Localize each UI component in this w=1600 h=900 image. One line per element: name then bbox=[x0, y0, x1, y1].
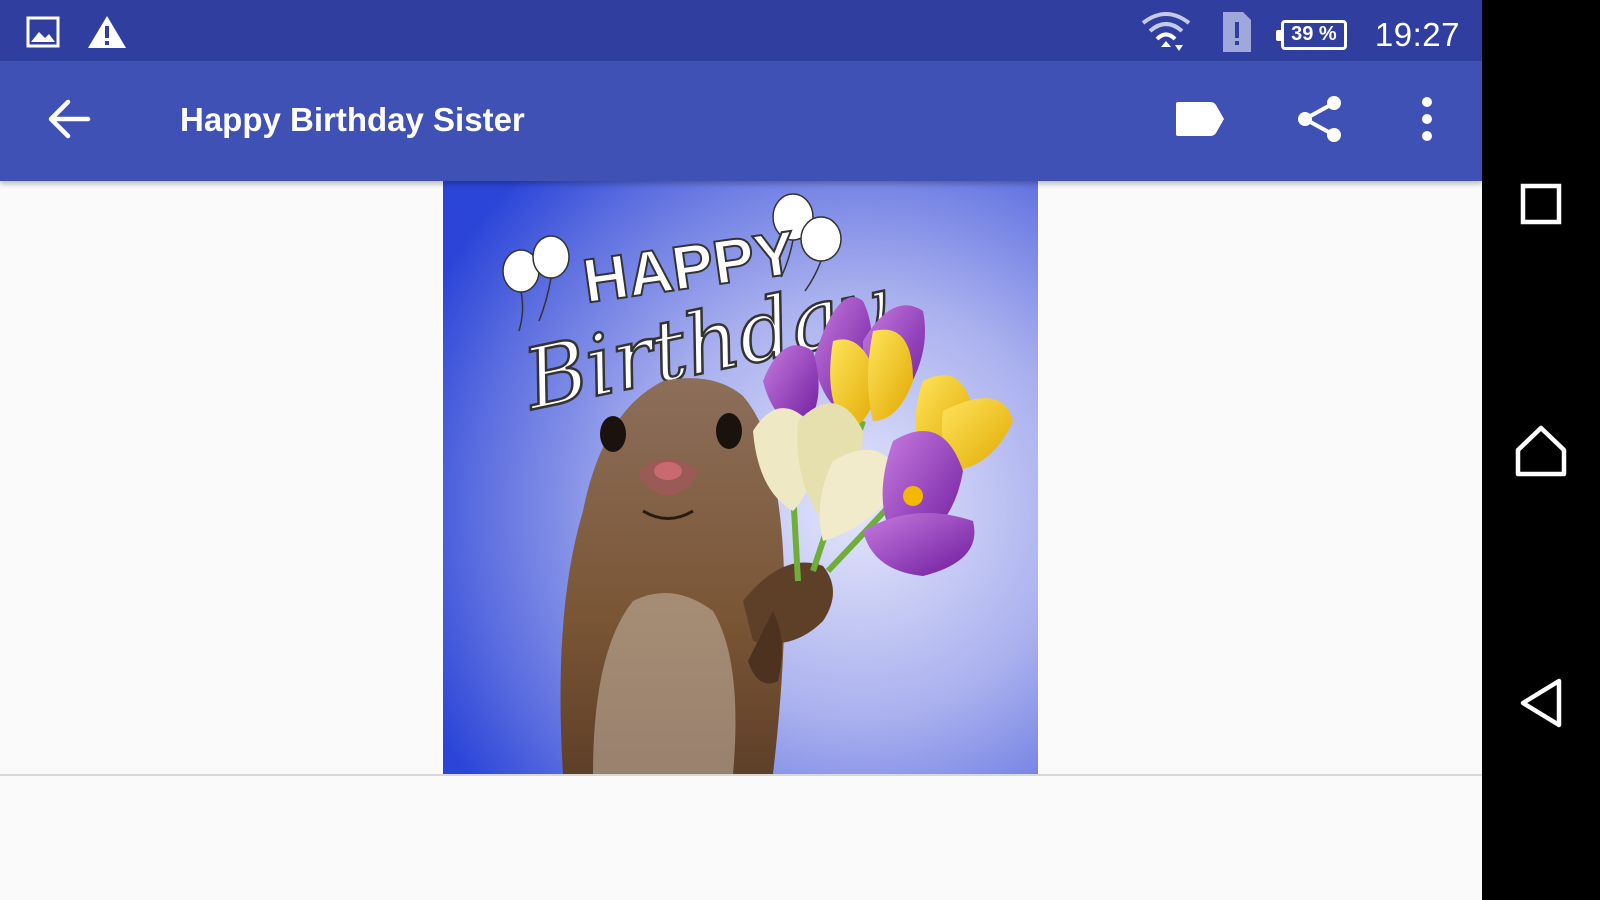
app-screen: 39 % 19:27 Happy Birthday Sister HAPPY B… bbox=[0, 0, 1482, 900]
image-icon bbox=[26, 16, 60, 53]
recents-button[interactable] bbox=[1506, 171, 1576, 241]
share-icon bbox=[1295, 94, 1345, 149]
more-vert-icon bbox=[1420, 96, 1434, 147]
app-bar: Happy Birthday Sister bbox=[0, 61, 1482, 181]
status-bar: 39 % 19:27 bbox=[0, 0, 1482, 61]
warning-icon bbox=[86, 14, 128, 55]
back-button[interactable] bbox=[40, 93, 100, 149]
label-button[interactable] bbox=[1170, 91, 1230, 151]
status-time: 19:27 bbox=[1374, 15, 1460, 53]
home-icon bbox=[1513, 424, 1569, 483]
arrow-back-icon bbox=[48, 99, 92, 144]
overflow-menu-button[interactable] bbox=[1397, 91, 1457, 151]
navigation-bar bbox=[1482, 0, 1600, 900]
recents-icon bbox=[1518, 181, 1564, 232]
birthday-card-image[interactable]: HAPPY Birthday bbox=[443, 181, 1038, 774]
content-area: HAPPY Birthday bbox=[0, 181, 1482, 776]
bottom-empty-area bbox=[0, 776, 1482, 900]
home-button[interactable] bbox=[1506, 418, 1576, 488]
wifi-icon bbox=[1141, 11, 1191, 58]
back-triangle-icon bbox=[1517, 677, 1565, 734]
page-title: Happy Birthday Sister bbox=[180, 101, 525, 138]
sim-alert-icon bbox=[1219, 10, 1253, 59]
label-icon bbox=[1174, 100, 1226, 143]
back-nav-button[interactable] bbox=[1506, 670, 1576, 740]
share-button[interactable] bbox=[1290, 91, 1350, 151]
battery-indicator: 39 % bbox=[1275, 19, 1347, 50]
